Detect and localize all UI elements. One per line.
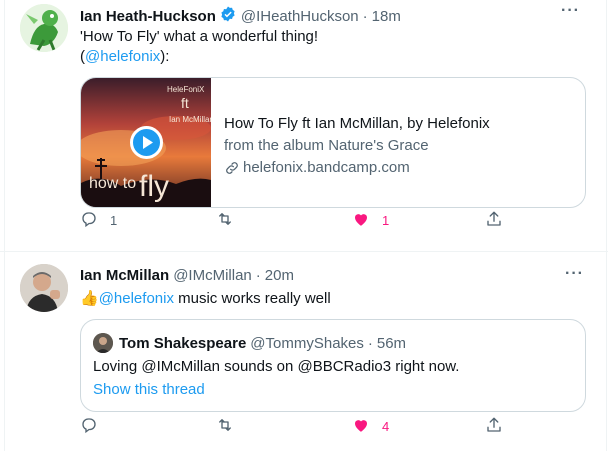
quote-timestamp: 56m	[376, 334, 407, 352]
handle[interactable]: @IMcMillan	[173, 267, 252, 284]
card-image-word: HeleFoniX	[167, 85, 205, 94]
paren-close: ):	[160, 48, 170, 65]
card-image-word: ft	[181, 95, 189, 111]
card-body: How To Fly ft Ian McMillan, by Helefonix…	[211, 78, 490, 207]
like-button[interactable]: 4	[352, 416, 389, 437]
link-icon	[224, 160, 240, 176]
quote-header: Tom Shakespeare @TommyShakes · 56m	[93, 333, 406, 353]
tweet-text-rest: music works really well	[173, 290, 331, 307]
tweet-text-line: (@helefonix):	[80, 47, 318, 67]
retweet-icon	[216, 210, 234, 231]
reply-icon	[80, 210, 98, 231]
share-button[interactable]	[485, 210, 503, 231]
timestamp[interactable]: 18m	[372, 8, 401, 25]
card-image-word: fly	[139, 170, 169, 203]
tweet-text: 👍@helefonix music works really well	[80, 289, 331, 309]
display-name[interactable]: Ian McMillan	[80, 267, 169, 284]
mention-link[interactable]: @helefonix	[85, 48, 160, 65]
quote-tweet[interactable]: Tom Shakespeare @TommyShakes · 56m Lovin…	[80, 319, 586, 412]
tweet[interactable]: Ian Heath-Huckson @IHeathHuckson · 18m ·…	[0, 0, 608, 252]
more-icon[interactable]: ···	[561, 2, 580, 20]
reply-count: 1	[110, 212, 118, 228]
tweet-text: 'How To Fly' what a wonderful thing! (@h…	[80, 27, 318, 67]
like-count: 1	[382, 212, 390, 228]
tweet-header: Ian Heath-Huckson @IHeathHuckson · 18m	[80, 5, 401, 27]
card-image-word: Ian McMillan	[169, 115, 211, 124]
share-icon	[485, 416, 503, 437]
share-icon	[485, 210, 503, 231]
show-thread-link[interactable]: Show this thread	[93, 381, 205, 398]
reply-button[interactable]	[80, 416, 98, 437]
separator-dot: ·	[362, 7, 368, 25]
card-thumbnail[interactable]: HeleFoniX ft Ian McMillan how to fly	[81, 78, 211, 207]
card-title: How To Fly ft Ian McMillan, by Helefonix	[224, 115, 490, 132]
separator-dot: ·	[255, 267, 261, 284]
like-icon	[352, 416, 370, 437]
card-image-word: how to	[89, 175, 136, 192]
like-count: 4	[382, 418, 390, 434]
like-button[interactable]: 1	[352, 210, 389, 231]
verified-icon	[216, 5, 237, 27]
quote-handle: @TommyShakes	[250, 334, 364, 352]
quote-text: Loving @IMcMillan sounds on @BBCRadio3 r…	[93, 358, 460, 375]
link-card[interactable]: HeleFoniX ft Ian McMillan how to fly How…	[80, 77, 586, 208]
retweet-icon	[216, 416, 234, 437]
more-icon[interactable]: ···	[565, 265, 584, 283]
separator-dot: ·	[367, 334, 373, 352]
mention-link[interactable]: @helefonix	[99, 290, 174, 307]
quote-avatar	[93, 333, 113, 353]
quote-display-name: Tom Shakespeare	[119, 334, 247, 352]
tweet-header: Ian McMillan @IMcMillan · 20m	[80, 267, 294, 284]
thumbs-up-icon: 👍	[80, 290, 99, 307]
avatar[interactable]	[20, 4, 68, 52]
timestamp[interactable]: 20m	[265, 267, 294, 284]
card-domain: helefonix.bandcamp.com	[224, 158, 490, 178]
retweet-button[interactable]	[216, 416, 234, 437]
card-domain-text: helefonix.bandcamp.com	[243, 159, 410, 176]
share-button[interactable]	[485, 416, 503, 437]
card-description: from the album Nature's Grace	[224, 137, 429, 154]
like-icon	[352, 210, 370, 231]
reply-icon	[80, 416, 98, 437]
reply-button[interactable]: 1	[80, 210, 117, 231]
play-icon[interactable]	[130, 126, 163, 159]
retweet-button[interactable]	[216, 210, 234, 231]
display-name[interactable]: Ian Heath-Huckson	[80, 8, 216, 25]
handle[interactable]: @IHeathHuckson	[241, 8, 359, 25]
avatar[interactable]	[20, 264, 68, 312]
tweet-text-line: 'How To Fly' what a wonderful thing!	[80, 28, 319, 45]
